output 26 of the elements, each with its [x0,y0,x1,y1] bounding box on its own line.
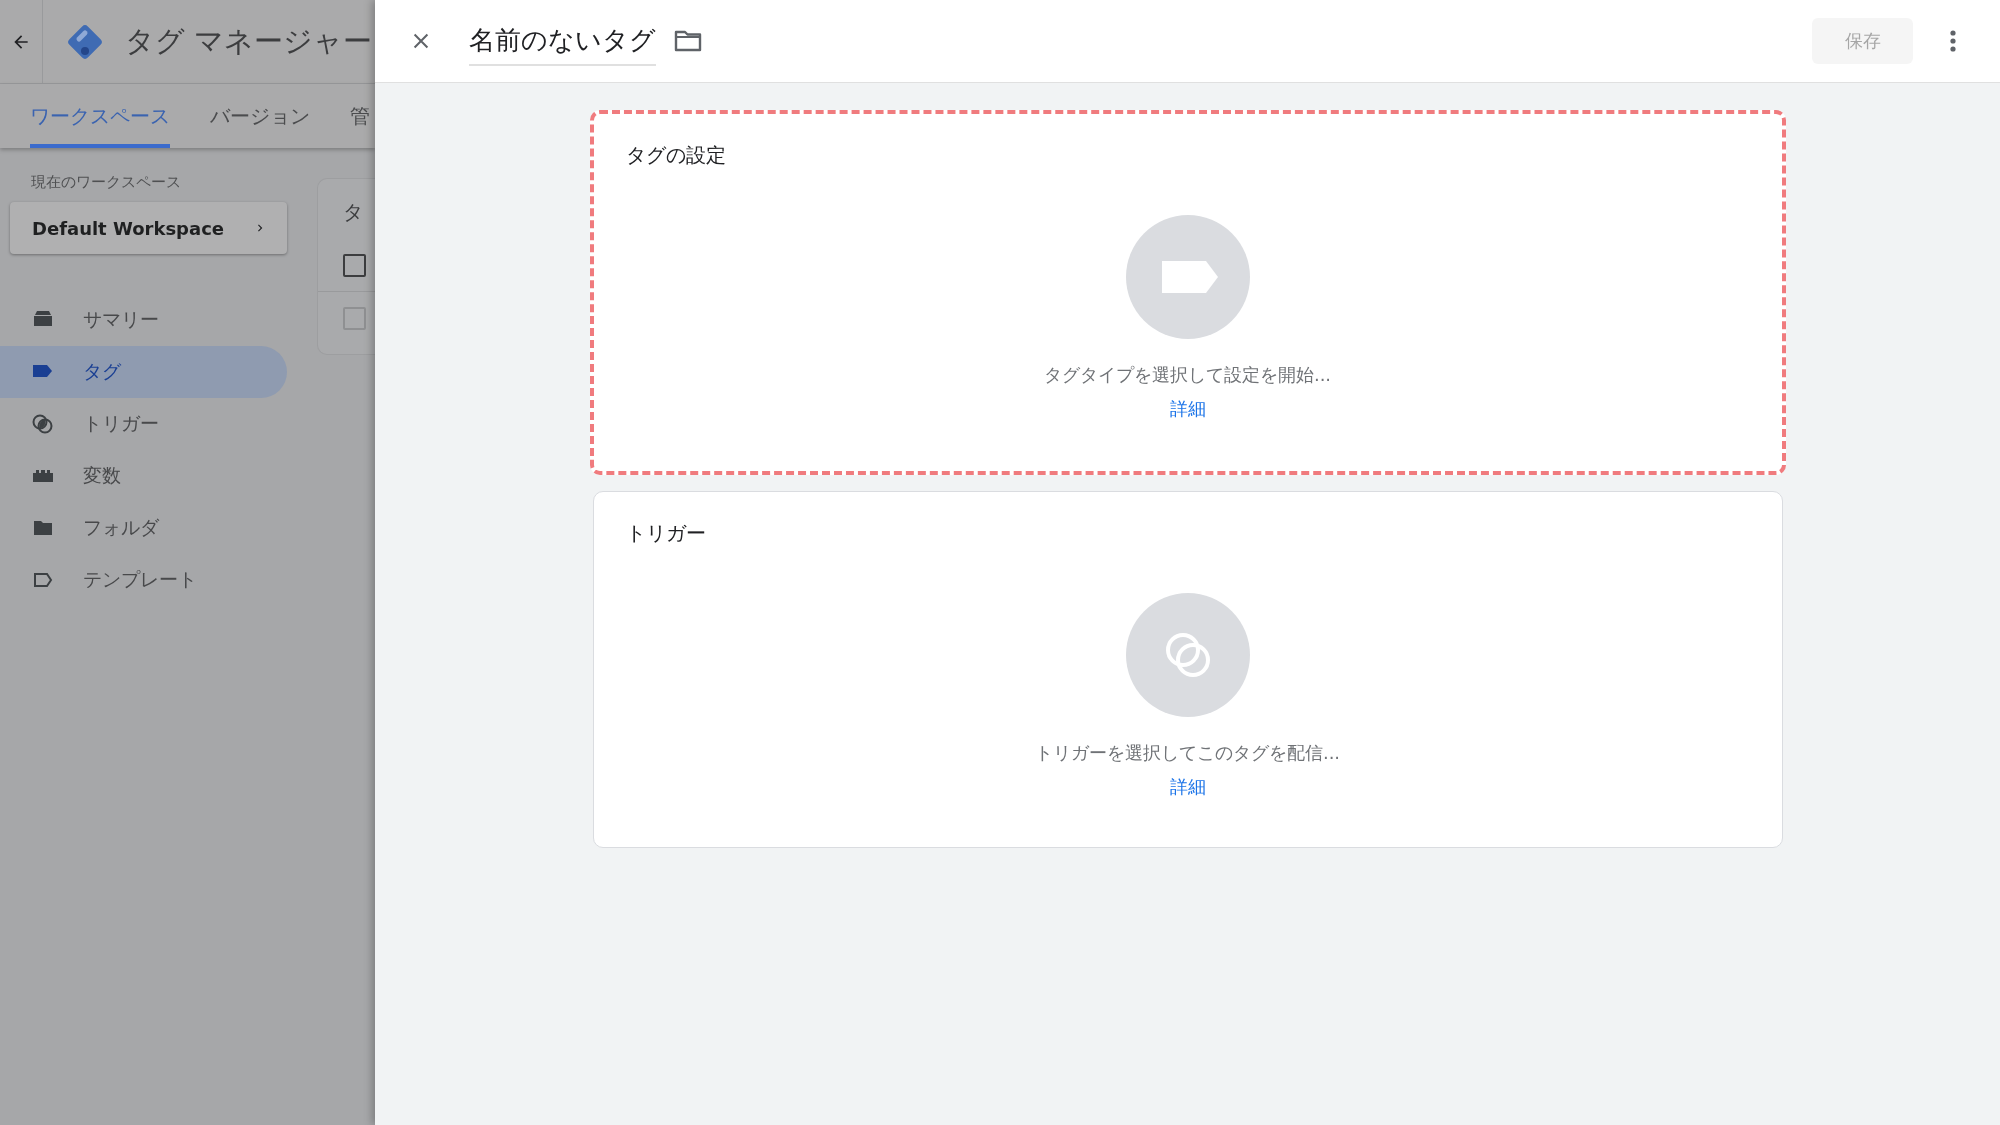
nav-item[interactable]: フォルダ [0,502,287,554]
tab[interactable]: 管 [350,84,370,148]
tag-name-field[interactable]: 名前のないタグ [469,16,656,66]
workspace-selector[interactable]: Default Workspace [10,202,287,254]
tab[interactable]: バージョン [210,84,310,148]
card-title: タグの設定 [625,142,727,169]
nav-item[interactable]: トリガー [0,398,287,450]
checkbox[interactable] [343,253,366,277]
overlapping-circles-icon [31,413,55,435]
card-title: トリガー [625,520,707,547]
prompt-text: タグタイプを選択して設定を開始... [1043,363,1332,387]
nav-item[interactable]: サマリー [0,294,287,346]
config-card[interactable]: タグの設定 タグタイプを選択して設定を開始... 詳細 [589,110,1786,475]
more-menu-icon[interactable] [1949,29,1957,53]
config-card[interactable]: トリガー トリガーを選択してこのタグを配信... 詳細 [592,491,1783,848]
card-title: タ [343,199,364,226]
app-title: タグ マネージャー [125,22,373,60]
details-link[interactable]: 詳細 [1169,397,1206,421]
nav-item[interactable]: タグ [0,346,287,398]
workspace-label: 現在のワークスペース [30,173,182,192]
folder-icon[interactable] [674,29,702,53]
nav-item[interactable]: テンプレート [0,554,287,606]
nav-item[interactable]: 変数 [0,450,287,502]
prompt-text: トリガーを選択してこのタグを配信... [1034,741,1341,765]
details-link[interactable]: 詳細 [1169,775,1206,799]
tab[interactable]: ワークスペース [30,84,170,148]
